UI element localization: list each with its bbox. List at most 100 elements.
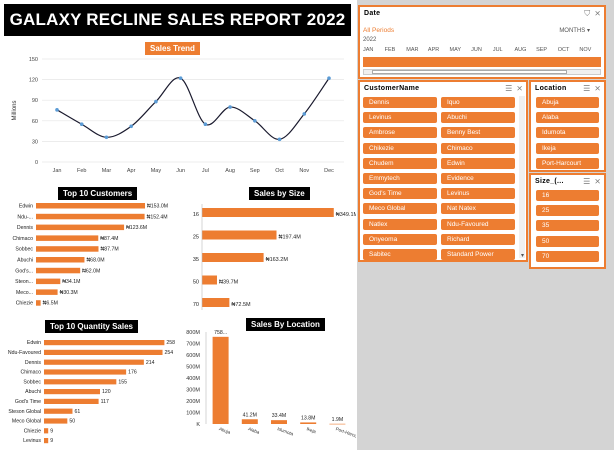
customer-option[interactable]: Sabitec: [363, 249, 437, 260]
data-label: 33.4M: [272, 413, 286, 419]
clear-filter-icon[interactable]: ⨯: [594, 84, 601, 93]
clear-filter-icon[interactable]: ⨯: [516, 84, 523, 93]
timeline-month-label[interactable]: JAN: [363, 47, 373, 53]
timeline-month-label[interactable]: SEP: [536, 47, 547, 53]
category-label: Dennis: [17, 225, 34, 231]
category-label: Sobbec: [23, 379, 41, 385]
location-option[interactable]: Abuja: [536, 97, 599, 108]
customer-option[interactable]: Abuchi: [441, 112, 515, 124]
date-slicer-header: Date: [364, 10, 381, 17]
multi-select-icon[interactable]: ☰: [505, 84, 512, 93]
location-slicer[interactable]: Location ☰ ⨯ Abuja Alaba Idumota Ikeja Port-H…: [529, 80, 606, 172]
customer-option[interactable]: Levinus: [441, 188, 515, 200]
customer-option[interactable]: Chudem: [363, 157, 437, 169]
bar: [36, 235, 99, 241]
customer-option[interactable]: Evidence: [441, 173, 515, 184]
customer-option[interactable]: Ndu-Favoured: [441, 218, 515, 230]
size-slicer[interactable]: Size_(... ☰ ⨯ 16 25 35 50 70: [529, 173, 606, 269]
category-label: Port-Harcourt: [335, 426, 356, 440]
data-label: 155: [118, 379, 127, 385]
location-option[interactable]: Alaba: [536, 112, 599, 124]
customer-option[interactable]: Benny Best: [441, 127, 515, 139]
customer-option[interactable]: Natlex: [363, 218, 437, 230]
size-option[interactable]: 70: [536, 250, 599, 262]
bar: [36, 289, 58, 295]
y-tick-label: K: [196, 422, 200, 428]
size-option[interactable]: 16: [536, 190, 599, 201]
customer-option[interactable]: God's Time: [363, 188, 437, 200]
timeline-month-label[interactable]: FEB: [385, 47, 396, 53]
customer-option[interactable]: Nat Natex: [441, 203, 515, 215]
clear-filter-icon[interactable]: ⨯: [594, 9, 601, 19]
data-label: ₦6.5M: [43, 301, 58, 307]
sales-trend-chart: 0 30 60 90 120 150 Millions Jan Feb Mar Apr May Jun J…: [12, 57, 344, 174]
timeline-month-label[interactable]: JUN: [471, 47, 482, 53]
customer-option[interactable]: Onyeoma: [363, 233, 437, 245]
customer-option[interactable]: Emmytech: [363, 173, 437, 184]
y-tick-label: 90: [32, 98, 38, 104]
y-tick-label: 150: [29, 57, 38, 63]
data-label: 214: [146, 360, 155, 366]
month-labels: JAN FEB MAR APR MAY JUN JUL AUG SEP OCT NOV: [363, 47, 601, 55]
x-tick-label: Jun: [176, 168, 185, 174]
customer-option[interactable]: Iquo: [441, 97, 515, 108]
customer-option[interactable]: Edwin: [441, 157, 515, 169]
bar: [36, 278, 61, 285]
category-label: 50: [193, 280, 199, 286]
customer-option[interactable]: Levinus: [363, 112, 437, 124]
y-tick-label: 800M: [186, 330, 200, 336]
customer-option[interactable]: Dennis: [363, 97, 437, 108]
customer-slicer[interactable]: CustomerName ☰ ⨯ Dennis Iquo Levinus Abuchi A…: [358, 80, 528, 262]
bar: [44, 379, 117, 385]
customer-option[interactable]: Chimaco: [441, 142, 515, 154]
customer-option[interactable]: Richard: [441, 233, 515, 245]
customer-option[interactable]: Ambrose: [363, 127, 437, 139]
bar: [202, 253, 264, 262]
size-option[interactable]: 35: [536, 220, 599, 232]
date-slicer[interactable]: Date ⛉ ⨯ All Periods MONTHS ▾ 2022 JAN FEB…: [358, 5, 606, 79]
scroll-down-icon[interactable]: ▾: [521, 252, 524, 259]
timeline-scroll-thumb[interactable]: [372, 70, 567, 74]
y-tick-label: 30: [32, 139, 38, 145]
location-option[interactable]: Ikeja: [536, 142, 599, 154]
category-label: Meco...: [16, 290, 33, 296]
data-label: ₦72.5M: [231, 302, 251, 308]
timeline-month-label[interactable]: AUG: [514, 47, 526, 53]
timeline-scrollbar[interactable]: [363, 69, 601, 75]
category-label: Steson Global: [8, 409, 41, 415]
timeline-month-label[interactable]: JUL: [493, 47, 503, 53]
multi-select-icon[interactable]: ☰: [583, 177, 590, 186]
timeline-month-label[interactable]: MAR: [406, 47, 418, 53]
location-option[interactable]: Port-Harcourt: [536, 157, 599, 169]
top-quantity-title: Top 10 Quantity Sales: [45, 320, 138, 333]
customer-scrollbar[interactable]: [519, 96, 525, 258]
y-tick-label: 60: [32, 119, 38, 125]
data-point: [253, 119, 257, 123]
data-label: ₦197.4M: [279, 235, 302, 241]
bar: [44, 408, 73, 414]
data-label: ₦68.0M: [86, 258, 104, 264]
months-dropdown[interactable]: MONTHS ▾: [559, 27, 590, 34]
multi-select-icon[interactable]: ☰: [583, 84, 590, 93]
category-label: Meco Global: [12, 419, 41, 425]
category-label: Ikeja: [306, 426, 317, 434]
category-label: Abuchi: [25, 389, 41, 395]
customer-option[interactable]: Chikezie: [363, 142, 437, 154]
timeline-month-label[interactable]: APR: [428, 47, 439, 53]
location-option[interactable]: Idumota: [536, 127, 599, 139]
timeline-month-label[interactable]: OCT: [558, 47, 570, 53]
bar: [36, 213, 145, 220]
timeline-month-label[interactable]: MAY: [450, 47, 462, 53]
months-label: MONTHS: [559, 28, 586, 34]
x-tick-label: Jul: [202, 168, 209, 174]
y-tick-label: 120: [29, 78, 38, 84]
clear-filter-icon[interactable]: ⨯: [594, 177, 601, 186]
timeline-bar[interactable]: [363, 57, 601, 67]
timeline-month-label[interactable]: NOV: [579, 47, 591, 53]
filter-icon[interactable]: ⛉: [584, 9, 590, 19]
size-option[interactable]: 50: [536, 235, 599, 247]
customer-option[interactable]: Meco Global: [363, 203, 437, 215]
bar: [329, 423, 346, 425]
customer-option[interactable]: Standard Power: [441, 249, 515, 260]
size-option[interactable]: 25: [536, 205, 599, 217]
